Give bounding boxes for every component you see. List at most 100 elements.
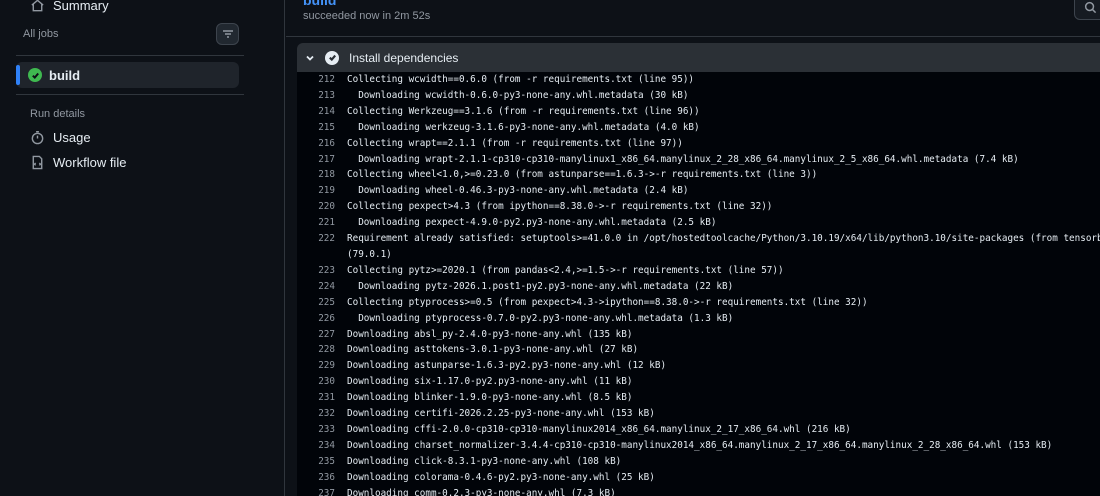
log-line-text: Downloading certifi-2026.2.25-py3-none-a… — [347, 408, 655, 420]
log-line: 227 Downloading absl_py-2.4.0-py3-none-an… — [297, 327, 1100, 343]
log-line-number[interactable]: 214 — [297, 104, 335, 120]
log-line-text: Collecting wcwidth==0.6.0 (from -r requi… — [347, 74, 695, 85]
log-line-text: Downloading comm-0.2.3-py3-none-any.whl … — [347, 487, 616, 496]
log-line: 214 Collecting Werkzeug==3.1.6 (from -r r… — [297, 104, 1100, 120]
log-line-text: Downloading charset_normalizer-3.4.4-cp3… — [347, 439, 1053, 451]
sidebar-item-label: Summary — [53, 0, 109, 13]
log-line-text: Downloading pytz-2026.1.post1-py2.py3-no… — [347, 280, 734, 292]
log-line: 216 Collecting wrapt==2.1.1 (from -r requ… — [297, 136, 1100, 152]
sidebar-item-usage[interactable]: Usage — [30, 130, 91, 145]
sidebar-item-summary[interactable]: Summary — [30, 0, 109, 13]
log-line-number[interactable]: 221 — [297, 215, 335, 231]
log-line-text: Downloading click-8.3.1-py3-none-any.whl… — [347, 455, 622, 467]
log-line-text: Collecting pexpect>4.3 (from ipython==8.… — [347, 201, 773, 213]
log-line-text: (79.0.1) — [347, 248, 392, 260]
log-line-number[interactable]: 231 — [297, 390, 335, 406]
log-line: 234 Downloading charset_normalizer-3.4.4-… — [297, 438, 1100, 454]
chevron-down-icon — [306, 55, 314, 61]
log-line-number[interactable]: 235 — [297, 454, 335, 470]
success-check-icon — [28, 68, 42, 82]
log-line-text: Downloading asttokens-3.0.1-py3-none-any… — [347, 344, 639, 356]
log-line: 218 Collecting wheel<1.0,>=0.23.0 (from a… — [297, 167, 1100, 183]
log-line-text: Downloading cffi-2.0.0-cp310-cp310-manyl… — [347, 423, 851, 435]
log-line-number[interactable]: 224 — [297, 279, 335, 295]
log-line: 223 Collecting pytz>=2020.1 (from pandas<… — [297, 263, 1100, 279]
step-name: Install dependencies — [349, 50, 459, 65]
app-root: Summary All jobs build Run details Usage — [0, 0, 1100, 496]
log-line-number[interactable]: 237 — [297, 486, 335, 496]
log-line: 232 Downloading certifi-2026.2.25-py3-non… — [297, 406, 1100, 422]
log-line-number[interactable]: 215 — [297, 120, 335, 136]
log-line-text: Collecting Werkzeug==3.1.6 (from -r requ… — [347, 105, 700, 117]
log-line: (79.0.1) — [297, 247, 1100, 263]
log-line-number[interactable]: 225 — [297, 295, 335, 311]
all-jobs-heading: All jobs — [23, 28, 59, 40]
log-line-number[interactable]: 217 — [297, 152, 335, 168]
sidebar-item-build[interactable]: build — [16, 62, 239, 88]
log-line-text: Collecting ptyprocess>=0.5 (from pexpect… — [347, 296, 868, 308]
log-line-text: Downloading absl_py-2.4.0-py3-none-any.w… — [347, 328, 633, 340]
log-line-number[interactable]: 218 — [297, 167, 335, 183]
log-line-text: Collecting wrapt==2.1.1 (from -r require… — [347, 137, 683, 149]
log-line-number[interactable]: 229 — [297, 358, 335, 374]
log-line-text: Downloading six-1.17.0-py2.py3-none-any.… — [347, 376, 633, 388]
log-line-number[interactable]: 234 — [297, 438, 335, 454]
log-line: 224 Downloading pytz-2026.1.post1-py2.py… — [297, 279, 1100, 295]
log-line-number[interactable]: 230 — [297, 374, 335, 390]
log-line: 212 Collecting wcwidth==0.6.0 (from -r re… — [297, 72, 1100, 88]
log-line: 226 Downloading ptyprocess-0.7.0-py2.py3… — [297, 311, 1100, 327]
log-line-number[interactable] — [297, 247, 335, 263]
log-line-number[interactable]: 228 — [297, 342, 335, 358]
log-line-text: Downloading pexpect-4.9.0-py2.py3-none-a… — [347, 217, 717, 229]
search-icon — [1084, 1, 1096, 13]
run-details-heading: Run details — [30, 108, 86, 120]
log-line-text: Downloading wheel-0.46.3-py3-none-any.wh… — [347, 185, 689, 197]
sidebar-item-label: Usage — [53, 130, 91, 145]
log-line: 217 Downloading wrapt-2.1.1-cp310-cp310-… — [297, 152, 1100, 168]
log-line: 213 Downloading wcwidth-0.6.0-py3-none-a… — [297, 88, 1100, 104]
log-line-number[interactable]: 216 — [297, 136, 335, 152]
log-line-text: Downloading blinker-1.9.0-py3-none-any.w… — [347, 392, 633, 404]
sidebar-divider — [16, 55, 244, 56]
log-output: 212 Collecting wcwidth==0.6.0 (from -r re… — [297, 72, 1100, 496]
log-line-text: Downloading ptyprocess-0.7.0-py2.py3-non… — [347, 312, 734, 324]
search-logs-button[interactable] — [1074, 0, 1100, 20]
sidebar-divider — [16, 94, 244, 95]
log-line-number[interactable]: 213 — [297, 88, 335, 104]
log-line-number[interactable]: 220 — [297, 199, 335, 215]
log-line: 235 Downloading click-8.3.1-py3-none-any.… — [297, 454, 1100, 470]
workflow-file-icon — [32, 155, 43, 170]
filter-button[interactable] — [216, 23, 239, 45]
job-log-panel: build succeeded now in 2m 52s Install de… — [286, 0, 1100, 496]
log-line-text: Downloading wcwidth-0.6.0-py3-none-any.w… — [347, 89, 689, 101]
log-line: 215 Downloading werkzeug-3.1.6-py3-none-… — [297, 120, 1100, 136]
log-line: 222 Requirement already satisfied: setupt… — [297, 231, 1100, 247]
log-line-number[interactable]: 232 — [297, 406, 335, 422]
log-line: 229 Downloading astunparse-1.6.3-py2.py3-… — [297, 358, 1100, 374]
log-line-text: Downloading colorama-0.4.6-py2.py3-none-… — [347, 471, 655, 483]
log-line: 237 Downloading comm-0.2.3-py3-none-any.w… — [297, 486, 1100, 496]
log-line-text: Collecting wheel<1.0,>=0.23.0 (from astu… — [347, 169, 818, 181]
job-name: build — [49, 67, 81, 83]
sidebar-item-workflow-file[interactable]: Workflow file — [30, 155, 126, 170]
log-line-text: Downloading astunparse-1.6.3-py2.py3-non… — [347, 360, 667, 372]
log-line-number[interactable]: 219 — [297, 183, 335, 199]
log-line-number[interactable]: 227 — [297, 327, 335, 343]
log-line-number[interactable]: 222 — [297, 231, 335, 247]
stopwatch-icon — [31, 130, 44, 145]
log-line-number[interactable]: 233 — [297, 422, 335, 438]
log-line-number[interactable]: 236 — [297, 470, 335, 486]
filter-icon — [222, 30, 233, 38]
log-line-number[interactable]: 212 — [297, 72, 335, 88]
log-line: 220 Collecting pexpect>4.3 (from ipython=… — [297, 199, 1100, 215]
log-line-number[interactable]: 226 — [297, 311, 335, 327]
log-line-text: Requirement already satisfied: setuptool… — [347, 233, 1100, 245]
log-line: 221 Downloading pexpect-4.9.0-py2.py3-no… — [297, 215, 1100, 231]
step-success-icon — [325, 50, 339, 65]
header-divider — [286, 36, 1100, 37]
job-title[interactable]: build — [303, 0, 336, 8]
home-icon — [31, 0, 44, 12]
log-line-text: Downloading werkzeug-3.1.6-py3-none-any.… — [347, 121, 700, 133]
step-header[interactable]: Install dependencies — [297, 43, 1100, 72]
log-line-number[interactable]: 223 — [297, 263, 335, 279]
